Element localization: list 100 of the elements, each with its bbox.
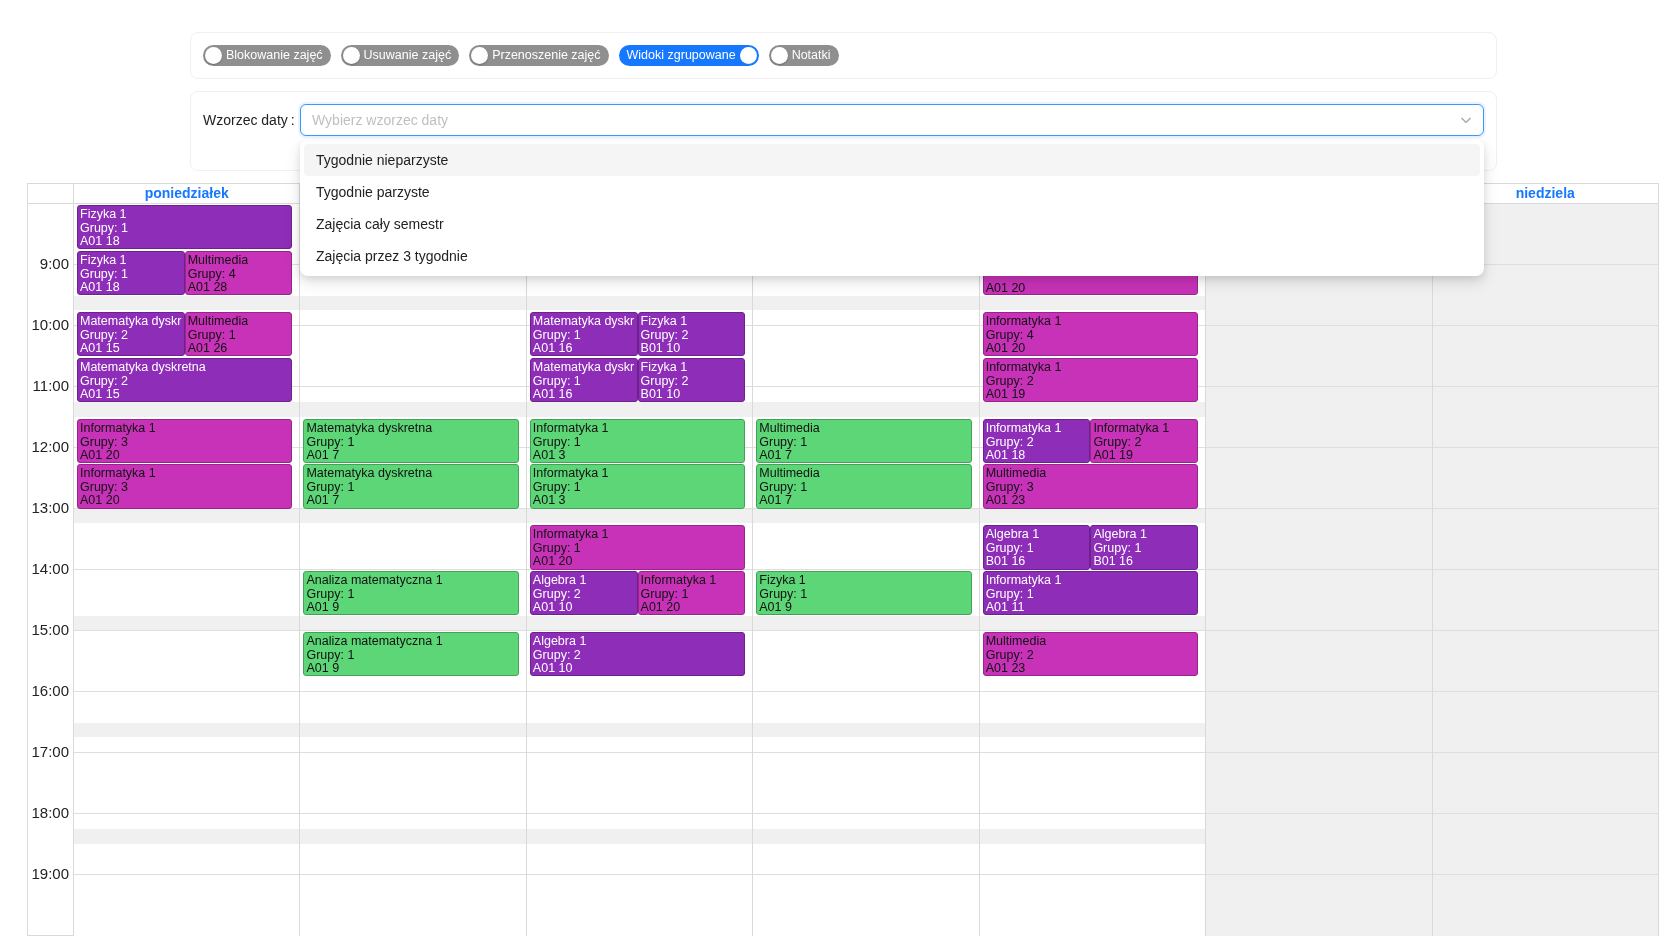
event-title: Fizyka 1	[80, 206, 128, 221]
event-groups: Grupy: 1	[306, 480, 516, 495]
event-card[interactable]: Multimedia Grupy: 1 A01 7	[756, 418, 972, 463]
event-card[interactable]: Matematyka dyskretna Grupy: 1 A01 7	[303, 464, 519, 509]
event-room: A01 7	[759, 448, 792, 461]
event-title: Fizyka 1	[80, 251, 128, 267]
event-card[interactable]: Informatyka 1 Grupy: 2 A01 19	[982, 357, 1199, 402]
event-card[interactable]: Informatyka 1 Grupy: 3 A01 20	[77, 418, 293, 463]
dropdown-option[interactable]: Tygodnie nieparzyste	[304, 144, 1480, 176]
event-card[interactable]: Informatyka 1 Grupy: 2 A01 19	[1090, 418, 1199, 463]
event-card[interactable]: Multimedia Grupy: 1 A01 7	[756, 464, 972, 509]
event-groups: Grupy: 1	[306, 434, 516, 449]
event-title: Informatyka 1	[532, 526, 610, 542]
event-card[interactable]: Matematyka dyskr Grupy: 1 A01 16	[529, 357, 638, 402]
event-groups: Grupy: 1	[759, 480, 969, 495]
event-groups: Grupy: 2	[640, 373, 743, 388]
event-card[interactable]: Algebra 1 Grupy: 1 B01 16	[982, 525, 1091, 570]
event-title: Informatyka 1	[80, 419, 157, 435]
day-header: poniedziałek	[144, 184, 229, 203]
event-card[interactable]: Fizyka 1 Grupy: 1 A01 9	[756, 571, 972, 616]
event-title: Algebra 1	[532, 572, 588, 587]
event-card[interactable]: Fizyka 1 Grupy: 1 A01 18	[77, 250, 185, 295]
time-label: 16:00	[31, 683, 69, 698]
event-room: A01 20	[532, 555, 574, 568]
event-groups: Grupy: 1	[759, 587, 969, 601]
event-card[interactable]: Matematyka dyskretna Grupy: 1 A01 7	[303, 418, 519, 463]
event-card[interactable]: Multimedia Grupy: 3 A01 23	[982, 464, 1199, 509]
event-card[interactable]: Matematyka dyskr Grupy: 1 A01 16	[529, 311, 638, 356]
event-room: A01 19	[985, 387, 1027, 400]
event-groups: Grupy: 2	[985, 434, 1088, 449]
event-card[interactable]: Algebra 1 Grupy: 2 A01 10	[529, 571, 638, 616]
event-title: Multimedia	[759, 465, 821, 481]
event-title: Informatyka 1	[532, 465, 610, 481]
event-card[interactable]: Analiza matematyczna 1 Grupy: 1 A01 9	[303, 632, 519, 677]
event-groups: Grupy: 1	[306, 587, 516, 601]
event-card[interactable]: Algebra 1 Grupy: 2 A01 10	[529, 632, 746, 677]
time-label: 13:00	[31, 500, 69, 515]
event-room: A01 18	[985, 448, 1027, 461]
time-label: 15:00	[31, 622, 69, 637]
event-card[interactable]: Fizyka 1 Grupy: 1 A01 18	[77, 205, 293, 250]
event-card[interactable]: Informatyka 1 Grupy: 1 A01 20	[637, 571, 746, 616]
event-room: A01 20	[640, 601, 682, 613]
event-card[interactable]: Matematyka dyskr Grupy: 2 A01 15	[77, 311, 185, 356]
time-label: 14:00	[31, 561, 69, 576]
event-room: B01 10	[640, 387, 682, 400]
time-label: 18:00	[31, 805, 69, 820]
event-card[interactable]: Informatyka 1 Grupy: 3 A01 20	[77, 464, 293, 509]
event-card[interactable]: Multimedia Grupy: 4 A01 28	[184, 250, 293, 295]
event-card[interactable]: Informatyka 1 Grupy: 1 A01 11	[982, 571, 1199, 616]
event-room: A01 16	[532, 387, 574, 400]
event-title: Multimedia	[985, 465, 1048, 481]
event-groups: Grupy: 2	[985, 648, 1196, 662]
event-room: A01 3	[532, 448, 566, 461]
event-card[interactable]: Matematyka dyskretna Grupy: 2 A01 15	[77, 357, 293, 402]
event-groups: Grupy: 1	[985, 587, 1196, 601]
event-title: Matematyka dyskretna	[306, 419, 434, 435]
event-room: A01 23	[985, 662, 1027, 674]
event-card[interactable]: Analiza matematyczna 1 Grupy: 1 A01 9	[303, 571, 519, 616]
event-title: Matematyka dyskr	[532, 312, 635, 328]
event-room: A01 16	[532, 341, 574, 354]
event-title: Multimedia	[985, 633, 1048, 648]
event-card[interactable]: Informatyka 1 Grupy: 1 A01 3	[529, 464, 746, 509]
dropdown-option[interactable]: Zajęcia przez 3 tygodnie	[304, 240, 1480, 272]
day-header: niedziela	[1515, 184, 1575, 203]
event-groups: Grupy: 1	[985, 541, 1088, 556]
dropdown-option[interactable]: Zajęcia cały semestr	[304, 208, 1480, 240]
event-groups: Grupy: 1	[80, 266, 182, 281]
event-card[interactable]: Informatyka 1 Grupy: 1 A01 20	[529, 525, 746, 570]
event-room: A01 9	[759, 601, 792, 613]
event-room: A01 7	[759, 494, 792, 507]
event-card[interactable]: Informatyka 1 Grupy: 1 A01 3	[529, 418, 746, 463]
event-groups: Grupy: 1	[532, 327, 635, 342]
event-card[interactable]: Fizyka 1 Grupy: 2 B01 10	[637, 311, 746, 356]
toggle-switch[interactable]: Widoki zgrupowane	[618, 45, 759, 66]
event-groups: Grupy: 1	[532, 434, 743, 449]
event-groups: Grupy: 2	[532, 587, 635, 601]
event-title: Informatyka 1	[985, 312, 1063, 328]
event-title: Multimedia	[759, 419, 821, 435]
event-title: Matematyka dyskretna	[306, 465, 434, 481]
time-label: 12:00	[31, 439, 69, 454]
event-room: A01 26	[187, 341, 229, 354]
event-groups: Grupy: 3	[80, 434, 290, 449]
event-room: B01 16	[1093, 555, 1134, 568]
event-title: Fizyka 1	[759, 572, 807, 587]
event-title: Informatyka 1	[985, 572, 1063, 587]
event-title: Matematyka dyskr	[80, 312, 182, 328]
event-groups: Grupy: 1	[306, 648, 516, 662]
event-room: A01 11	[985, 601, 1026, 613]
event-room: A01 10	[532, 601, 574, 613]
event-card[interactable]: Multimedia Grupy: 1 A01 26	[184, 311, 293, 356]
event-room: A01 20	[985, 341, 1027, 354]
event-groups: Grupy: 2	[80, 327, 182, 342]
event-title: Matematyka dyskretna	[80, 358, 207, 374]
event-card[interactable]: Multimedia Grupy: 2 A01 23	[982, 632, 1199, 677]
event-card[interactable]: Informatyka 1 Grupy: 2 A01 18	[982, 418, 1091, 463]
event-card[interactable]: Fizyka 1 Grupy: 2 B01 10	[637, 357, 746, 402]
event-card[interactable]: Informatyka 1 Grupy: 4 A01 20	[982, 311, 1199, 356]
dropdown-option[interactable]: Tygodnie parzyste	[304, 176, 1480, 208]
event-card[interactable]: Algebra 1 Grupy: 1 B01 16	[1090, 525, 1199, 570]
event-title: Informatyka 1	[532, 419, 610, 435]
